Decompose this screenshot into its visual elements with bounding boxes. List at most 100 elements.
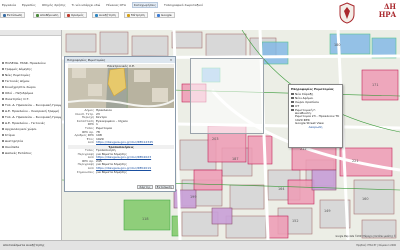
svg-text:171: 171	[372, 83, 378, 87]
layer-checkbox[interactable]	[2, 146, 4, 148]
svg-text:152: 152	[292, 219, 298, 223]
layer-checkbox[interactable]	[2, 104, 4, 106]
info-key: Σημειώσεις	[76, 170, 94, 174]
layer-label: Νέες Ρυμοτομίες	[5, 73, 31, 77]
status-bar: Αποτελέσματα Αναζήτησης Προβολή: ΕΓΣΑ 87…	[0, 240, 400, 250]
layer-label: Δασικές Εκτάσεις	[5, 151, 32, 155]
legend-title: Πληροφορίες Ρυμοτομίας	[291, 87, 334, 91]
layer-label: Αρχαιολογικοί χώροι	[5, 127, 37, 131]
layer-label: ΠΟΛΕΟΔ. ΓΡΑΦ. Ηρακλείου	[5, 61, 46, 65]
layer-checkbox[interactable]	[2, 140, 4, 142]
info-footer-button[interactable]: Χάρτης	[137, 185, 153, 189]
layer-label: Γειτονιές Δήμου	[5, 79, 30, 83]
layer-checkbox[interactable]	[2, 128, 4, 130]
svg-text:221: 221	[352, 159, 358, 163]
menu-item[interactable]: Πίνακας ΟΤΑ	[106, 3, 126, 7]
modifications-list: Τύπος Τροποποίηση Περιγραφή για θέματα δόμη…	[68, 149, 174, 174]
legend-popup: Πληροφορίες Ρυμοτομίας Νέα Χάραξη Νέοι Δρ…	[288, 84, 343, 148]
layer-checkbox[interactable]	[2, 74, 4, 76]
status-right-text: Προβολή: ΕΓΣΑ 87 | Κλίμακα 1:2000	[356, 244, 396, 247]
logo-emblem-icon	[339, 2, 355, 24]
layer-checkbox[interactable]	[2, 92, 4, 94]
info-attribute-list: Δήμος Ηρακλείου Οικοδ. Τετρ. 23 Περιοχή Κέντρ…	[68, 109, 174, 145]
toolbar-button-0[interactable]: Εκτύπωση	[0, 12, 26, 18]
map-selection-box[interactable]	[190, 58, 264, 134]
info-window-body: Δήμος Ηρακλείου Οικοδ. Τετρ. 23 Περιοχή Κέντρ…	[68, 109, 174, 191]
toolbar-button-label: Εκτύπωση	[7, 13, 23, 17]
layer-checkbox[interactable]	[2, 62, 4, 64]
photo-caption: Ηλεκτρονικός Χ.Ε.	[68, 64, 174, 68]
svg-text:149: 149	[324, 209, 330, 213]
menu-item[interactable]: Καταχωρήσεις	[131, 1, 158, 8]
info-footer-button[interactable]: Εκτύπωση	[154, 185, 174, 189]
svg-text:164: 164	[278, 187, 284, 191]
info-window-title: Πληροφορίες Ρυμοτομίας	[67, 58, 106, 62]
toolbar-button-4[interactable]: Μέτρηση	[124, 12, 148, 18]
logo-line-2: ΗΡΑ	[378, 9, 396, 19]
legend-items: Νέα Χάραξη Νέοι Δρόμοι Χώροι πρασίνου ΟΤ Ρυμ…	[291, 92, 340, 112]
toolbar-button-1[interactable]: Αποθήκευση	[33, 12, 62, 18]
layer-label: Ιδιοκτησίες Ο.Τ.	[5, 97, 30, 101]
toolbar-button-5[interactable]: Google	[154, 12, 175, 18]
close-icon[interactable]: ✕	[169, 58, 173, 62]
layer-checkbox[interactable]	[2, 80, 4, 82]
layer-label: Τοπ. Δ. Ηρακλείου – Συνοριακή Γραμμή	[5, 103, 61, 107]
toolbar: Εκτύπωση Αποθήκευση Ορισμός Αναζήτηση Μέτρησ…	[0, 12, 345, 30]
toolbar-button-label: Αποθήκευση	[40, 13, 59, 17]
layer-checkbox[interactable]	[2, 122, 4, 124]
svg-text:203: 203	[212, 137, 218, 141]
layer-checkbox[interactable]	[2, 116, 4, 118]
menu-item[interactable]: Εργαλεία	[2, 3, 16, 7]
legend-swatch	[291, 96, 294, 100]
menu-item[interactable]: Τοπογραφικό Χωροταξικό	[164, 3, 203, 7]
layer-label: Οδοί – Πεζοδρόμια	[5, 91, 34, 95]
toolbar-button-label: Ορισμός	[71, 13, 84, 17]
layer-list: ΠΟΛΕΟΔ. ΓΡΑΦ. Ηρακλείου Γραμμές Δόμησης Νέ…	[0, 36, 61, 156]
toolbar-button-3[interactable]: Αναζήτηση	[92, 12, 119, 18]
layer-checkbox[interactable]	[2, 86, 4, 88]
info-value: για θέματα δόμησης	[96, 170, 127, 174]
svg-text:187: 187	[232, 157, 238, 161]
search-icon	[95, 13, 98, 17]
legend-swatch	[291, 100, 294, 104]
toolbar-button-2[interactable]: Ορισμός	[64, 12, 87, 18]
app-header: Εργαλεία Εργασίες Οδηγός Χρήσης Τι νέο υπάρ…	[0, 0, 400, 30]
svg-text:118: 118	[142, 217, 148, 221]
info-window: Πληροφορίες Ρυμοτομίας ✕ Ηλεκτρονικός Χ.…	[64, 56, 176, 192]
google-icon	[157, 13, 160, 17]
info-row: Σημειώσεις για θέματα δόμησης	[68, 171, 174, 175]
layer-label: Δ.Ε. Ηρακλείου – Συνοριακή Γραμμή	[5, 109, 60, 113]
layer-item[interactable]: Δασικές Εκτάσεις	[0, 150, 61, 156]
menu-item[interactable]: Οδηγός Χρήσης	[42, 3, 66, 7]
svg-text:199: 199	[190, 195, 196, 199]
toolbar-button-label: Μέτρηση	[131, 13, 145, 17]
layer-checkbox[interactable]	[2, 68, 4, 70]
save-icon	[36, 13, 39, 17]
menu-item[interactable]: Εργασίες	[22, 3, 36, 7]
logo: ΔΗ ΗΡΑ	[336, 0, 396, 26]
layer-label: Κοινόχρηστοι Χώροι	[5, 85, 36, 89]
info-window-titlebar[interactable]: Πληροφορίες Ρυμοτομίας ✕	[65, 57, 175, 63]
map-attribution: Google Map data ©2023 Πάροχοι | Κατόπιν …	[335, 235, 396, 238]
layer-checkbox[interactable]	[2, 110, 4, 112]
layer-checkbox[interactable]	[2, 134, 4, 136]
layer-label: Γραμμές Δόμησης	[5, 67, 32, 71]
layers-sidebar: ΠΟΛΕΟΔ. ΓΡΑΦ. Ηρακλείου Γραμμές Δόμησης Νέ…	[0, 30, 62, 240]
legend-notes: Διεύθυνση: Ρυμοτομία 23 - Ηρακλείου ΤΚ 67…	[291, 112, 340, 126]
toolbar-button-label: Αναζήτηση	[99, 13, 116, 17]
svg-text:160: 160	[362, 197, 368, 201]
menu-item[interactable]: Τι νέο υπάρχει εδώ	[72, 3, 101, 7]
legend-swatch	[291, 92, 294, 96]
layer-label: Διατηρητέα	[5, 139, 23, 143]
legend-swatch	[291, 104, 294, 108]
top-menu: Εργαλεία Εργασίες Οδηγός Χρήσης Τι νέο υπάρ…	[0, 0, 345, 9]
layer-label: Οικόπεδα	[5, 145, 20, 149]
pin-icon	[67, 13, 70, 17]
layer-label: Δ.Ε. Ηρακλείου – Γειτονιές	[5, 121, 46, 125]
layer-checkbox[interactable]	[2, 98, 4, 100]
layer-checkbox[interactable]	[2, 152, 4, 154]
svg-text:180: 180	[334, 43, 340, 47]
legend-swatch	[291, 108, 294, 112]
info-window-footer: Χάρτης Εκτύπωση	[68, 185, 174, 190]
legend-cancel-link[interactable]: Ακύρωση	[291, 126, 340, 129]
